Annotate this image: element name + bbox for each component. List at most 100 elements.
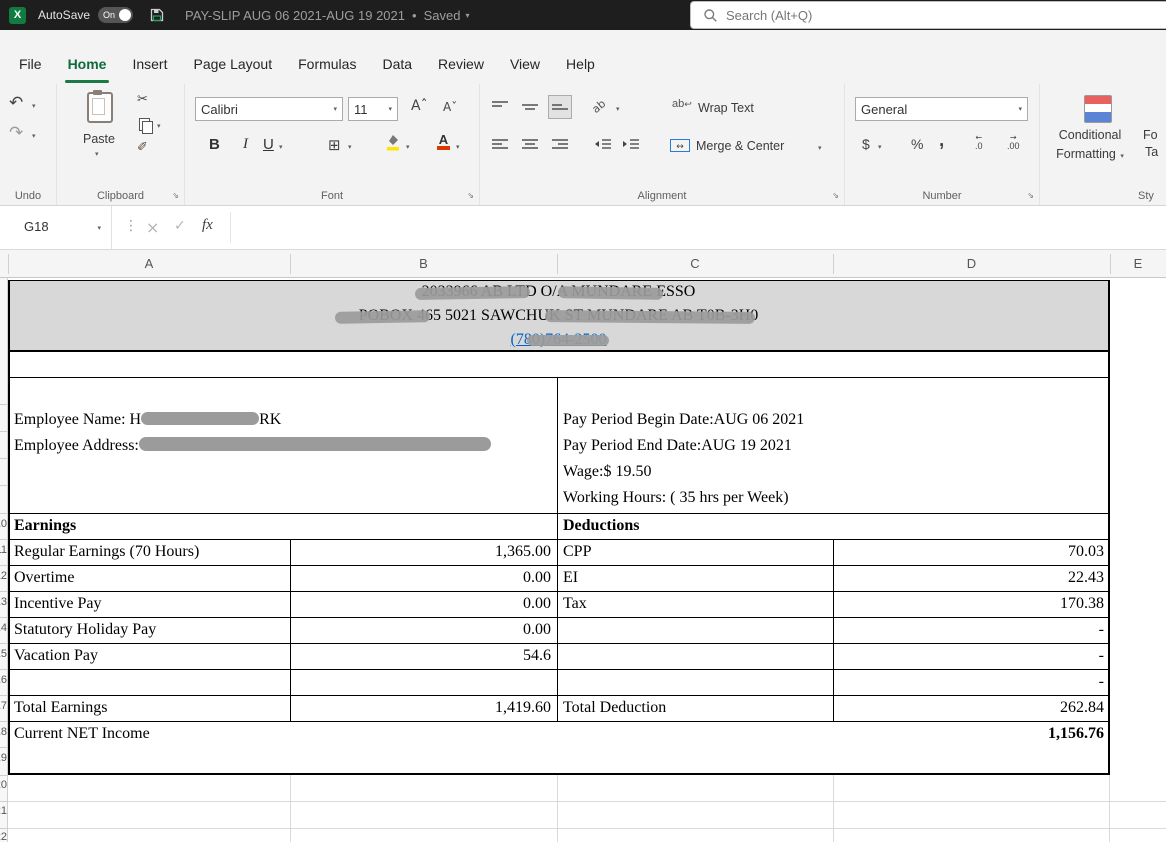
cell-total-deduction-value[interactable]: 262.84 [835,699,1104,717]
row-header[interactable]: 16 [0,674,8,690]
conditional-formatting-button-line1[interactable]: Conditional [1040,128,1140,142]
borders-icon[interactable]: ⊞ [328,136,341,154]
column-header-a[interactable]: A [8,256,290,271]
row-header[interactable]: 10 [0,518,8,534]
cell-deduction-value[interactable]: 22.43 [835,569,1104,587]
increase-indent-icon[interactable] [623,138,639,156]
tab-insert[interactable]: Insert [119,53,180,75]
cell-deduction-label[interactable]: Tax [563,595,587,613]
accounting-caret-icon[interactable]: ▾ [878,143,882,151]
tab-formulas[interactable]: Formulas [285,53,369,75]
underline-button[interactable]: U [263,136,274,153]
cell-earning-value[interactable]: 0.00 [292,569,551,587]
cell-earning-label[interactable]: Overtime [14,569,74,587]
cell-deduction-value[interactable]: - [835,673,1104,691]
wrap-text-icon[interactable]: ab↩ [672,98,692,110]
undo-icon[interactable]: ↶ [9,93,23,113]
align-left-icon[interactable] [492,138,508,156]
enter-icon[interactable]: ✓ [174,218,186,234]
conditional-formatting-icon[interactable] [1084,95,1112,123]
cell-total-earnings-value[interactable]: 1,419.60 [292,699,551,717]
format-as-table-button-cut-line1[interactable]: Fo [1143,128,1158,142]
row-header[interactable]: 11 [0,544,8,560]
row-header[interactable]: 22 [0,831,8,842]
number-format-select[interactable]: General ▾ [855,97,1028,121]
tab-page-layout[interactable]: Page Layout [180,53,285,75]
tab-help[interactable]: Help [553,53,608,75]
increase-decimal-icon[interactable]: ← .0 [975,134,983,151]
tab-file[interactable]: File [6,53,55,75]
cell-deduction-label[interactable]: EI [563,569,578,587]
column-header-c[interactable]: C [557,256,833,271]
clipboard-dialog-launcher-icon[interactable]: ⇘ [172,191,179,200]
row-header[interactable]: 17 [0,700,8,716]
cell-earning-value[interactable]: 0.00 [292,595,551,613]
font-dialog-launcher-icon[interactable]: ⇘ [467,191,474,200]
row-header[interactable]: 19 [0,752,8,768]
column-header-d[interactable]: D [833,256,1110,271]
row-header[interactable]: 21 [0,805,8,821]
cell-deductions-header[interactable]: Deductions [563,517,639,535]
cell-earning-label[interactable]: Regular Earnings (70 Hours) [14,543,199,561]
autosave-toggle[interactable]: On [98,7,134,23]
align-bottom-icon-selected[interactable] [548,95,572,119]
row-header[interactable]: 12 [0,570,8,586]
orientation-icon[interactable]: ab [589,97,608,116]
cell-working-hours[interactable]: Working Hours: ( 35 hrs per Week) [563,489,789,507]
tab-review[interactable]: Review [425,53,497,75]
fill-color-icon[interactable] [385,134,401,157]
cell-wage[interactable]: Wage:$ 19.50 [563,463,651,481]
cell-net-income-value[interactable]: 1,156.76 [835,725,1104,743]
cell-earning-label[interactable]: Vacation Pay [14,647,98,665]
percent-style-icon[interactable]: % [911,136,923,152]
cancel-icon[interactable]: × [146,218,159,237]
column-header-e[interactable]: E [1110,256,1166,271]
cell-employee-name[interactable]: Employee Name: H RK [14,411,281,429]
tab-view[interactable]: View [497,53,553,75]
fill-color-caret-icon[interactable]: ▾ [406,143,410,151]
tab-home[interactable]: Home [55,53,120,83]
merge-center-icon[interactable]: ↔ [670,139,690,152]
cell-employee-address[interactable]: Employee Address: [14,437,491,455]
grow-font-icon[interactable]: Aˆ [411,98,428,114]
cut-icon[interactable]: ✂ [137,92,148,107]
search-box[interactable]: Search (Alt+Q) [690,1,1166,29]
wrap-text-button[interactable]: Wrap Text [698,101,754,115]
row-header[interactable]: 20 [0,779,8,795]
merge-center-button[interactable]: Merge & Center [696,139,784,153]
save-icon[interactable] [149,7,165,23]
shrink-font-icon[interactable]: Aˇ [443,100,457,114]
cell-deduction-value[interactable]: - [835,647,1104,665]
cell-earnings-header[interactable]: Earnings [14,517,76,535]
decrease-decimal-icon[interactable]: → .00 [1007,134,1020,151]
format-painter-icon[interactable]: ✐ [137,140,148,155]
bold-button[interactable]: B [209,136,220,153]
chevron-down-icon[interactable]: ▾ [465,11,469,20]
row-header[interactable]: 14 [0,622,8,638]
insert-function-icon[interactable]: fx [202,217,213,234]
cell-earning-value[interactable]: 0.00 [292,621,551,639]
paste-icon[interactable] [87,90,113,123]
cell-deduction-label[interactable]: CPP [563,543,591,561]
accounting-format-icon[interactable]: $ [862,136,870,152]
align-right-icon[interactable] [552,138,568,156]
cell-net-income-label[interactable]: Current NET Income [14,725,150,743]
row-header[interactable]: 18 [0,726,8,742]
cell-pay-period-end[interactable]: Pay Period End Date:AUG 19 2021 [563,437,792,455]
alignment-dialog-launcher-icon[interactable]: ⇘ [832,191,839,200]
copy-caret-icon[interactable]: ▾ [157,122,161,130]
cell-total-deduction-label[interactable]: Total Deduction [563,699,666,717]
align-top-icon[interactable] [492,100,508,118]
paste-button[interactable]: Paste [57,132,141,146]
worksheet-grid[interactable]: 2033966 AB LTD O/A MUNDARE ESSO POBOX 46… [0,278,1166,842]
decrease-indent-icon[interactable] [595,138,611,156]
align-middle-icon[interactable] [522,100,538,118]
undo-caret-icon[interactable]: ▾ [32,102,36,110]
font-name-select[interactable]: Calibri ▾ [195,97,343,121]
font-color-icon[interactable]: A [437,133,450,150]
column-header-b[interactable]: B [290,256,557,271]
name-box[interactable]: G18 ▾ [0,206,112,249]
format-as-table-button-cut-line2[interactable]: Ta [1145,145,1158,159]
redo-caret-icon[interactable]: ▾ [32,132,36,140]
orientation-caret-icon[interactable]: ▾ [616,105,620,113]
